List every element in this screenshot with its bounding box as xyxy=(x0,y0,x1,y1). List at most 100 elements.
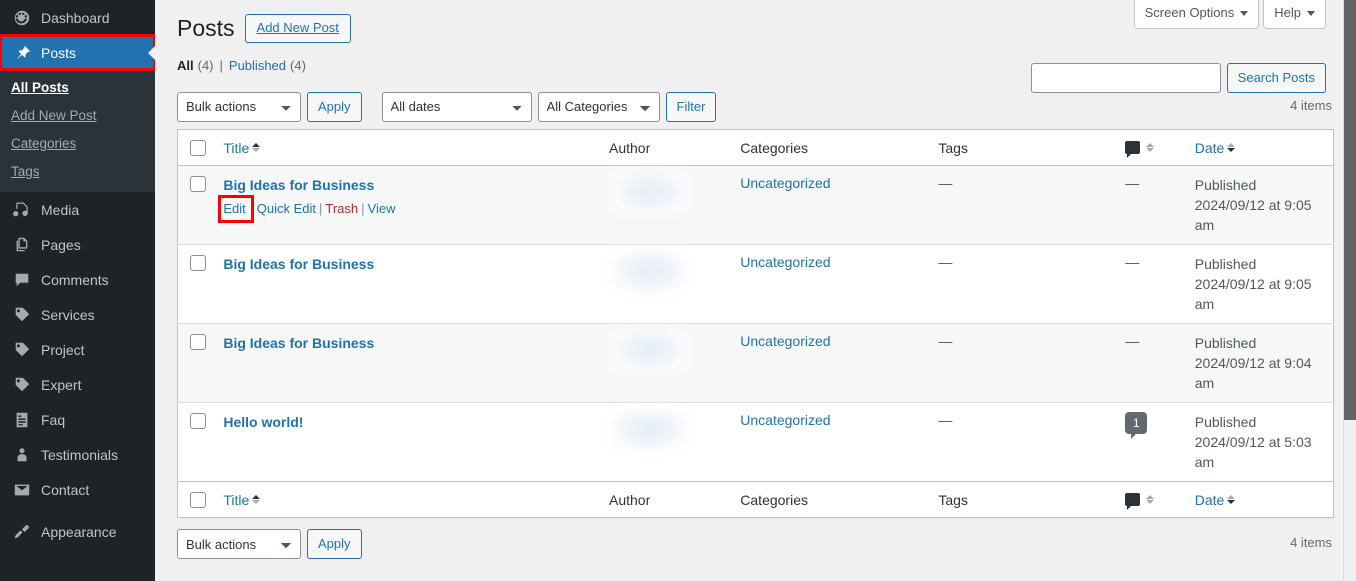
scrollbar-thumb[interactable] xyxy=(1344,0,1356,420)
sidebar-item-label: Dashboard xyxy=(41,9,110,26)
sidebar-item-label: Pages xyxy=(41,236,81,253)
table-foot: Title Author Categories Tags Date xyxy=(177,481,1334,518)
apply-button-bottom[interactable]: Apply xyxy=(307,529,362,560)
submenu-item-all-posts[interactable]: All Posts xyxy=(0,74,155,102)
cell-tags: — xyxy=(928,324,1115,403)
select-all-checkbox-top[interactable] xyxy=(190,140,206,157)
help-button[interactable]: Help xyxy=(1263,0,1326,29)
posts-table: Title Author Categories Tags Date Big Id… xyxy=(177,128,1334,519)
post-title-link[interactable]: Hello world! xyxy=(223,412,303,432)
row-checkbox[interactable] xyxy=(190,334,206,351)
category-link[interactable]: Uncategorized xyxy=(740,175,830,191)
cell-comments: — xyxy=(1115,166,1185,245)
sidebar-item-label: Appearance xyxy=(41,523,117,540)
filter-button[interactable]: Filter xyxy=(665,91,717,122)
comment-bubble-icon xyxy=(1125,141,1141,159)
media-icon xyxy=(11,201,33,219)
category-link[interactable]: Uncategorized xyxy=(740,254,830,270)
category-filter-select[interactable]: All Categories xyxy=(537,91,660,122)
column-header-date[interactable]: Date xyxy=(1184,129,1334,167)
select-all-checkbox-bottom[interactable] xyxy=(190,492,206,509)
comments-value: — xyxy=(1125,333,1140,350)
sidebar-item-pages[interactable]: Pages xyxy=(0,227,155,262)
submenu-item-tags[interactable]: Tags xyxy=(0,158,155,186)
tags-value: — xyxy=(938,175,953,192)
sidebar-item-label: Contact xyxy=(41,481,90,498)
view-link[interactable]: View xyxy=(368,201,396,216)
trash-link[interactable]: Trash xyxy=(325,201,358,216)
submenu-item-add-new-post[interactable]: Add New Post xyxy=(0,102,155,130)
bulk-actions-select-top[interactable]: Bulk actions xyxy=(177,91,301,122)
submenu-item-categories[interactable]: Categories xyxy=(0,130,155,158)
cell-comments: 1 xyxy=(1115,403,1185,482)
comments-value: — xyxy=(1125,175,1140,192)
bulk-actions-select-bottom[interactable]: Bulk actions xyxy=(177,529,301,560)
row-select-cell xyxy=(178,403,214,482)
row-checkbox[interactable] xyxy=(190,413,206,430)
help-label: Help xyxy=(1274,5,1301,20)
sort-indicator-icon xyxy=(1146,495,1155,505)
screen-meta-links: Screen Options Help xyxy=(1133,0,1326,29)
sidebar-separator xyxy=(0,507,155,514)
search-posts-button[interactable]: Search Posts xyxy=(1226,63,1326,93)
column-footer-date[interactable]: Date xyxy=(1184,481,1334,518)
sidebar-item-services[interactable]: Services xyxy=(0,297,155,332)
sidebar-item-expert[interactable]: Expert xyxy=(0,367,155,402)
sidebar-item-media[interactable]: Media xyxy=(0,192,155,227)
search-input[interactable] xyxy=(1030,63,1221,93)
sidebar-item-appearance[interactable]: Appearance xyxy=(0,514,155,549)
page-scrollbar[interactable] xyxy=(1343,0,1356,581)
action-separator: | xyxy=(361,201,365,217)
filter-link-all[interactable]: All xyxy=(177,58,194,73)
column-footer-comments[interactable] xyxy=(1115,481,1185,518)
category-link[interactable]: Uncategorized xyxy=(740,412,830,428)
sidebar-item-contact[interactable]: Contact xyxy=(0,472,155,507)
tablenav-bottom: Bulk actions Apply 4 items xyxy=(177,528,1334,560)
column-footer-tags: Tags xyxy=(928,481,1116,518)
edit-link[interactable]: Edit xyxy=(223,201,245,216)
sidebar-item-comments[interactable]: Comments xyxy=(0,262,155,297)
comment-count-badge[interactable]: 1 xyxy=(1125,412,1148,440)
column-footer-categories: Categories xyxy=(730,481,929,518)
apply-button-top[interactable]: Apply xyxy=(307,91,362,122)
tags-value: — xyxy=(938,333,953,350)
cell-author xyxy=(599,245,730,324)
post-title-link[interactable]: Big Ideas for Business xyxy=(223,254,374,274)
quick-edit-link[interactable]: Quick Edit xyxy=(257,201,316,216)
sidebar-item-label: Posts xyxy=(41,44,77,61)
pages-icon xyxy=(11,236,33,254)
cell-title: Big Ideas for Business Edit Quick Edit | Tr… xyxy=(213,166,599,245)
column-footer-title[interactable]: Title xyxy=(213,481,599,518)
sidebar-item-testimonials[interactable]: Testimonials xyxy=(0,437,155,472)
table-row: Big Ideas for Business Uncategorized — —… xyxy=(177,323,1334,403)
post-title-link[interactable]: Big Ideas for Business xyxy=(223,175,374,195)
mail-icon xyxy=(11,481,33,499)
author-redacted xyxy=(608,251,689,296)
table-row: Hello world! Uncategorized — 1 Published… xyxy=(177,403,1334,482)
list-icon xyxy=(11,411,33,429)
add-new-post-button[interactable]: Add New Post xyxy=(244,14,351,44)
column-header-comments[interactable] xyxy=(1115,129,1185,167)
cell-author xyxy=(599,166,730,245)
date-filter-select[interactable]: All dates xyxy=(381,91,532,122)
row-checkbox[interactable] xyxy=(190,176,206,193)
column-header-title[interactable]: Title xyxy=(213,129,599,167)
sidebar-item-posts[interactable]: Posts xyxy=(0,34,155,71)
cell-title: Big Ideas for Business xyxy=(213,245,599,324)
screen-options-button[interactable]: Screen Options xyxy=(1133,0,1260,29)
row-select-cell xyxy=(178,166,214,245)
posts-submenu: All Posts Add New Post Categories Tags xyxy=(0,70,155,192)
sidebar-item-faq[interactable]: Faq xyxy=(0,402,155,437)
post-title-link[interactable]: Big Ideas for Business xyxy=(223,333,374,353)
category-link[interactable]: Uncategorized xyxy=(740,333,830,349)
table-body: Big Ideas for Business Edit Quick Edit | Tr… xyxy=(177,165,1334,482)
filter-link-published[interactable]: Published xyxy=(229,58,286,73)
edit-link-highlight: Edit xyxy=(218,195,254,224)
row-checkbox[interactable] xyxy=(190,255,206,272)
sidebar-item-label: Media xyxy=(41,201,80,218)
sidebar-item-dashboard[interactable]: Dashboard xyxy=(0,0,155,35)
date-status: Published xyxy=(1194,256,1257,273)
row-select-cell xyxy=(178,245,214,324)
sidebar-item-project[interactable]: Project xyxy=(0,332,155,367)
table-row: Big Ideas for Business Uncategorized — —… xyxy=(177,245,1334,324)
